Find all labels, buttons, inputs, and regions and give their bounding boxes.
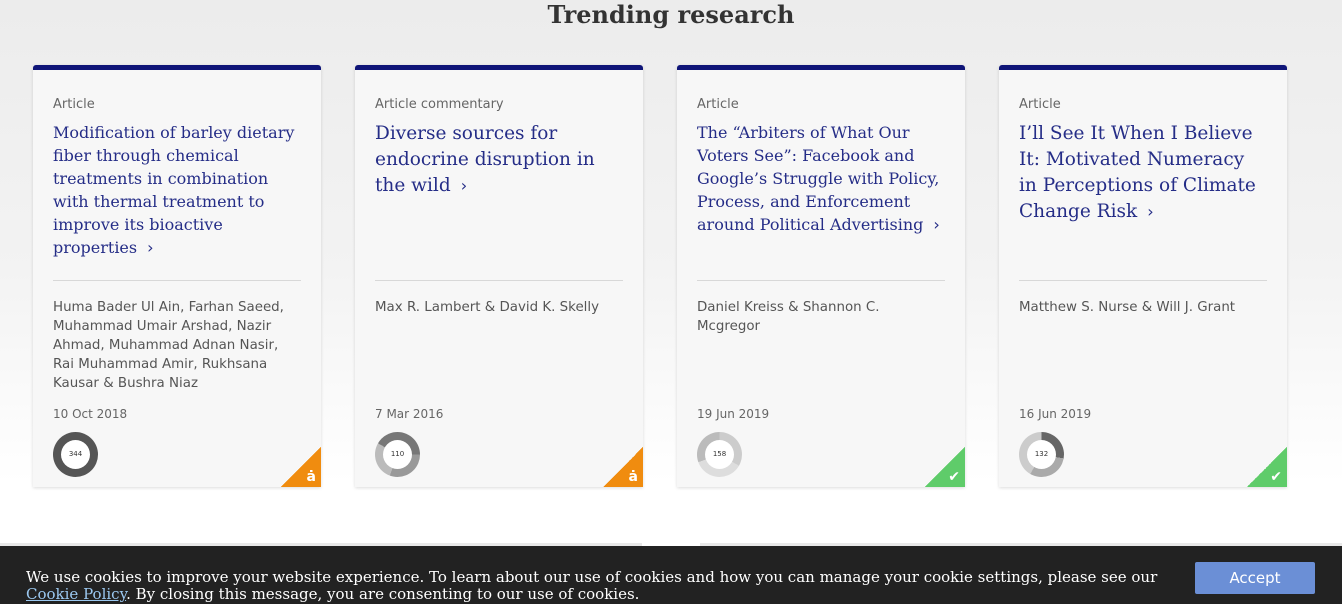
altmetric-donut-icon[interactable]: 344 (53, 432, 98, 477)
open-access-badge: ȧ (603, 447, 643, 487)
altmetric-score: 132 (1027, 440, 1056, 469)
altmetric-score: 344 (61, 440, 90, 469)
cookie-message: We use cookies to improve your website e… (26, 569, 1176, 603)
free-access-badge: ✔ (1247, 447, 1287, 487)
cookie-banner: We use cookies to improve your website e… (0, 546, 1342, 604)
chevron-right-icon: › (1147, 202, 1154, 221)
divider (375, 280, 623, 281)
article-authors: Max R. Lambert & David K. Skelly (375, 298, 623, 317)
free-access-badge: ✔ (925, 447, 965, 487)
open-access-icon: ȧ (628, 469, 638, 485)
accept-cookies-button[interactable]: Accept (1195, 562, 1315, 594)
cookie-text-before: We use cookies to improve your website e… (26, 568, 1158, 586)
divider (1019, 280, 1267, 281)
chevron-right-icon: › (933, 215, 940, 234)
publication-date: 19 Jun 2019 (697, 407, 770, 421)
publication-date: 7 Mar 2016 (375, 407, 444, 421)
cookie-text-after: . By closing this message, you are conse… (126, 585, 640, 603)
article-title-link[interactable]: Modification of barley dietary fiber thr… (53, 121, 301, 259)
article-authors: Matthew S. Nurse & Will J. Grant (1019, 298, 1267, 317)
trending-card: Article Modification of barley dietary f… (33, 65, 321, 487)
chevron-right-icon: › (460, 176, 468, 195)
chevron-right-icon: › (147, 238, 154, 257)
checkmark-icon: ✔ (948, 469, 960, 485)
divider (53, 280, 301, 281)
publication-date: 10 Oct 2018 (53, 407, 128, 421)
article-type: Article (53, 97, 95, 112)
article-type: Article (697, 97, 739, 112)
author-last: Bushra Niaz (117, 376, 198, 391)
altmetric-donut-icon[interactable]: 110 (375, 432, 420, 477)
article-title: I’ll See It When I Believe It: Motivated… (1019, 123, 1256, 222)
authors-main: Daniel Kreiss (697, 300, 784, 315)
author-separator: & (1137, 300, 1157, 315)
open-access-icon: ȧ (306, 469, 316, 485)
author-separator: & (480, 300, 500, 315)
altmetric-donut-icon[interactable]: 132 (1019, 432, 1064, 477)
article-title-link[interactable]: The “Arbiters of What Our Voters See”: F… (697, 121, 945, 236)
cookie-policy-link[interactable]: Cookie Policy (26, 585, 126, 603)
trending-card: Article commentary Diverse sources for e… (355, 65, 643, 487)
author-last: Will J. Grant (1156, 300, 1236, 315)
open-access-badge: ȧ (281, 447, 321, 487)
authors-main: Max R. Lambert (375, 300, 481, 315)
article-type: Article commentary (375, 97, 504, 112)
article-authors: Huma Bader Ul Ain, Farhan Saeed, Muhamma… (53, 298, 301, 393)
altmetric-donut-icon[interactable]: 158 (697, 432, 742, 477)
author-separator: & (98, 376, 118, 391)
altmetric-score: 158 (705, 440, 734, 469)
article-title: Diverse sources for endocrine disruption… (375, 123, 595, 196)
author-last: David K. Skelly (499, 300, 600, 315)
article-title-link[interactable]: I’ll See It When I Believe It: Motivated… (1019, 121, 1267, 225)
author-separator: & (783, 300, 803, 315)
trending-card: Article I’ll See It When I Believe It: M… (999, 65, 1287, 487)
article-title-link[interactable]: Diverse sources for endocrine disruption… (375, 121, 623, 199)
trending-card: Article The “Arbiters of What Our Voters… (677, 65, 965, 487)
article-type: Article (1019, 97, 1061, 112)
altmetric-score: 110 (383, 440, 412, 469)
publication-date: 16 Jun 2019 (1019, 407, 1092, 421)
article-title: The “Arbiters of What Our Voters See”: F… (697, 123, 940, 234)
authors-main: Matthew S. Nurse (1019, 300, 1138, 315)
checkmark-icon: ✔ (1270, 469, 1282, 485)
article-authors: Daniel Kreiss & Shannon C. Mcgregor (697, 298, 945, 336)
article-title: Modification of barley dietary fiber thr… (53, 123, 295, 257)
section-title: Trending research (547, 0, 795, 29)
divider (697, 280, 945, 281)
